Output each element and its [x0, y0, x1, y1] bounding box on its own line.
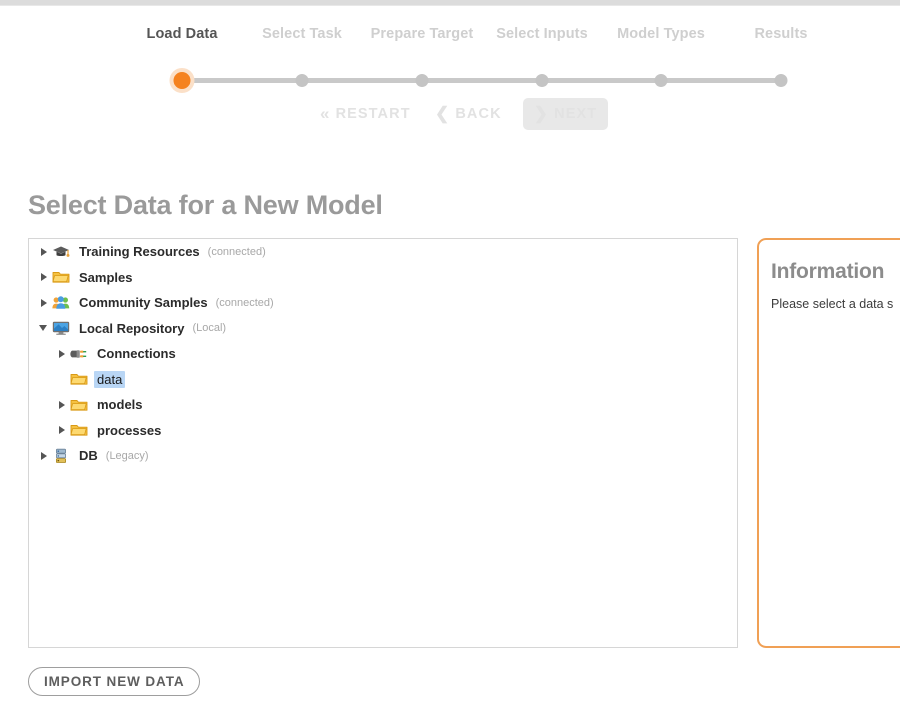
wizard-step-dot-3[interactable]	[535, 74, 549, 87]
tree-node-label[interactable]: Training Resources	[76, 243, 203, 260]
back-button-label: BACK	[455, 106, 502, 122]
triangle-right-icon[interactable]	[55, 422, 70, 438]
folder-icon	[70, 371, 88, 387]
triangle-right-icon[interactable]	[55, 346, 70, 362]
wizard-step-dot-4[interactable]	[654, 74, 668, 87]
monitor-icon	[52, 320, 70, 336]
wizard-stepper: Load Data Select Task Prepare Target Select…	[0, 26, 900, 96]
page-title: Select Data for a New Model	[28, 190, 383, 220]
people-group-icon	[52, 295, 70, 311]
import-new-data-button[interactable]: IMPORT NEW DATA	[28, 667, 201, 696]
chevron-right-icon: ❯	[533, 104, 550, 123]
triangle-right-icon[interactable]	[37, 244, 52, 260]
tree-node-label[interactable]: models	[94, 396, 146, 413]
repository-tree-panel[interactable]: Training Resources (connected) Samples Comm…	[28, 238, 738, 648]
folder-icon	[70, 422, 88, 438]
wizard-step-label-5: Results	[754, 26, 808, 42]
wizard-step-dot-2[interactable]	[415, 74, 429, 87]
triangle-down-icon[interactable]	[37, 320, 52, 336]
tree-node-label[interactable]: processes	[94, 422, 164, 439]
tree-row[interactable]: processes	[29, 418, 737, 444]
tree-node-note: (connected)	[215, 296, 274, 309]
wizard-step-label-2: Prepare Target	[370, 26, 474, 42]
tree-row[interactable]: models	[29, 392, 737, 418]
tree-node-note: (connected)	[207, 245, 266, 258]
wizard-step-labels: Load Data Select Task Prepare Target Select…	[143, 26, 823, 48]
triangle-right-icon[interactable]	[37, 448, 52, 464]
plug-icon	[70, 346, 88, 362]
tree-row[interactable]: Connections	[29, 341, 737, 367]
wizard-step-label-3: Select Inputs	[496, 26, 588, 42]
double-chevron-left-icon: «	[320, 104, 331, 123]
folder-icon	[70, 397, 88, 413]
database-server-icon	[52, 448, 70, 464]
wizard-track-line	[182, 78, 782, 83]
restart-button-label: RESTART	[335, 106, 411, 122]
triangle-right-icon[interactable]	[37, 295, 52, 311]
tree-row[interactable]: Local Repository (Local)	[29, 316, 737, 342]
tree-node-label[interactable]: Local Repository	[76, 320, 187, 337]
next-button-label: NEXT	[554, 106, 598, 122]
tree-row[interactable]: DB (Legacy)	[29, 443, 737, 469]
tree-node-note: (Legacy)	[105, 449, 149, 462]
tree-node-label[interactable]: Connections	[94, 345, 179, 362]
wizard-step-label-4: Model Types	[617, 26, 705, 42]
chevron-left-icon: ❮	[435, 104, 451, 123]
window-top-bar	[0, 0, 900, 6]
restart-button[interactable]: «RESTART	[310, 98, 421, 130]
wizard-track	[0, 67, 900, 93]
wizard-step-dot-1[interactable]	[295, 74, 309, 87]
graduation-cap-icon	[52, 244, 70, 260]
triangle-right-icon[interactable]	[37, 269, 52, 285]
folder-icon	[52, 269, 70, 285]
back-button[interactable]: ❮ BACK	[425, 98, 512, 130]
tree-node-label[interactable]: data	[94, 370, 126, 388]
information-panel-title: Information	[771, 260, 885, 283]
tree-node-note: (Local)	[192, 322, 227, 335]
tree-row[interactable]: data	[29, 367, 737, 393]
wizard-nav-buttons: «RESTART ❮ BACK ❯ NEXT	[0, 98, 900, 132]
tree-node-label[interactable]: Community Samples	[76, 294, 211, 311]
triangle-right-icon[interactable]	[55, 397, 70, 413]
tree-node-label[interactable]: Samples	[76, 269, 135, 286]
tree-node-label[interactable]: DB	[76, 447, 101, 464]
information-panel-body: Please select a data s	[771, 297, 894, 311]
next-button[interactable]: ❯ NEXT	[523, 98, 608, 130]
tree-row[interactable]: Training Resources (connected)	[29, 239, 737, 265]
wizard-step-dot-5[interactable]	[774, 74, 788, 87]
tree-row[interactable]: Samples	[29, 265, 737, 291]
tree-row[interactable]: Community Samples (connected)	[29, 290, 737, 316]
wizard-step-dot-0[interactable]	[169, 68, 195, 93]
information-panel: Information Please select a data s	[757, 238, 900, 648]
wizard-step-label-0: Load Data	[146, 26, 218, 42]
wizard-step-label-1: Select Task	[262, 26, 342, 42]
